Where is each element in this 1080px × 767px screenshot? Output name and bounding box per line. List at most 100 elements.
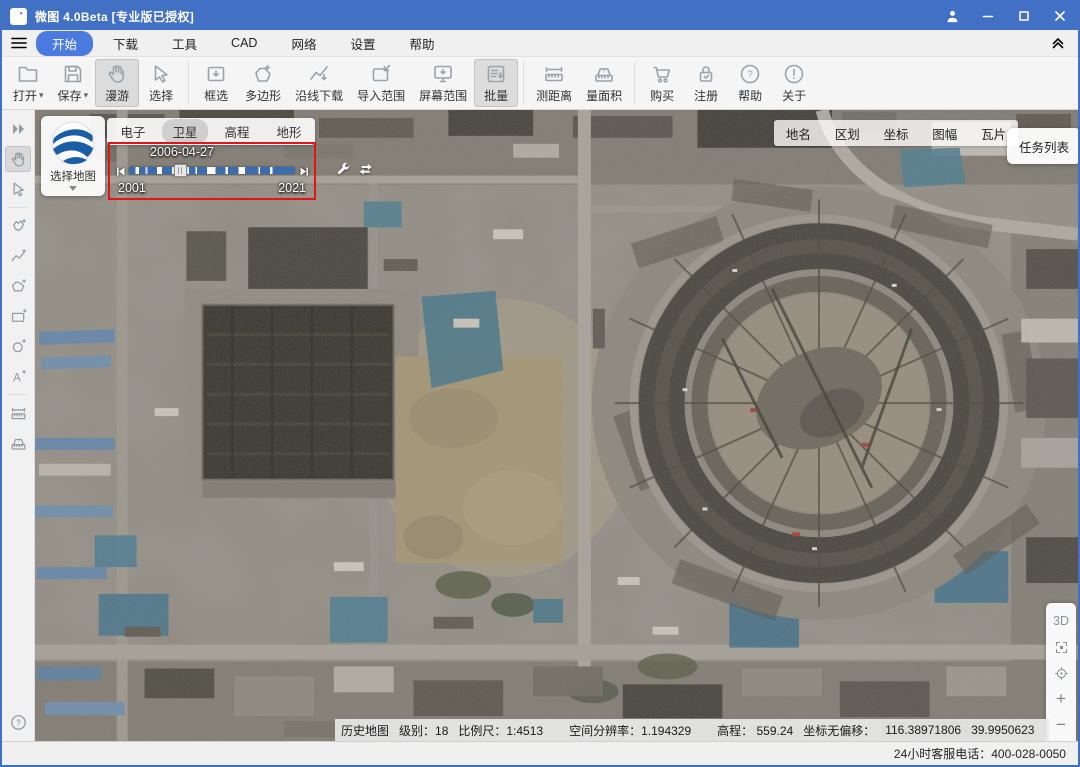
locate-icon[interactable]	[1046, 660, 1076, 686]
text-plus-icon: A	[9, 367, 28, 386]
about-button[interactable]: 关于	[772, 59, 816, 107]
task-list-button[interactable]: 任务列表	[1007, 128, 1078, 164]
minimize-button[interactable]	[970, 2, 1006, 30]
timeline-slider-handle[interactable]	[174, 164, 187, 177]
sidebar-select-button[interactable]	[5, 176, 31, 202]
box-select-button[interactable]: 框选	[194, 59, 238, 107]
measure-area-icon: ?	[592, 62, 616, 86]
screen-range-icon	[431, 62, 455, 86]
freeform-plus-icon	[9, 217, 28, 236]
wrench-icon[interactable]	[335, 162, 351, 178]
sidebar-pan-button[interactable]	[5, 146, 31, 172]
screen-range-button[interactable]: 屏幕范围	[412, 59, 474, 107]
add-text-button[interactable]: A	[5, 363, 31, 389]
menu-tab-start[interactable]: 开始	[36, 31, 93, 56]
save-button[interactable]: 保存▾	[51, 59, 96, 107]
timeline-track[interactable]	[129, 167, 295, 174]
status-longitude: 116.38971806	[885, 723, 961, 737]
user-account-icon[interactable]	[934, 2, 970, 30]
svg-text:?: ?	[747, 70, 753, 81]
service-phone: 24小时客服电话：400-028-0050	[894, 745, 1066, 762]
map-status-bar: 历史地图 级别：18 比例尺：1:4513 空间分辨率：1.194329 高程：…	[335, 719, 1049, 741]
dropdown-arrow-icon: ▾	[39, 90, 44, 101]
status-scale: 比例尺：1:4513	[458, 722, 543, 739]
help-button[interactable]: ? 帮助	[728, 59, 772, 107]
open-button[interactable]: 打开▾	[6, 59, 51, 107]
svg-text:?: ?	[602, 68, 606, 75]
measure-area-icon: ?	[9, 434, 28, 453]
menu-tab-settings[interactable]: 设置	[336, 31, 389, 56]
titlebar: 微图 4.0Beta [专业版已授权]	[2, 2, 1078, 30]
layer-tab-terrain[interactable]: 地形	[266, 119, 311, 144]
select-button[interactable]: 选择	[139, 59, 183, 107]
register-button[interactable]: 注册	[684, 59, 728, 107]
status-zoom-level: 级别：18	[399, 722, 448, 739]
map-viewport[interactable]: 选择地图 电子 卫星 高程 地形 2006-04-27	[35, 110, 1078, 741]
polygon-select-button[interactable]: 多边形	[238, 59, 288, 107]
timeline-slider[interactable]	[129, 164, 295, 178]
timeline-prev-button[interactable]	[114, 165, 126, 177]
import-range-button[interactable]: 导入范围	[350, 59, 412, 107]
map-selector-logo-icon	[50, 120, 96, 166]
status-latitude: 39.9950623	[971, 723, 1034, 737]
layer-tab-satellite[interactable]: 卫星	[162, 119, 207, 144]
mode-3d-button[interactable]: 3D	[1046, 608, 1076, 634]
expand-panel-icon[interactable]	[5, 116, 31, 142]
measure-distance-icon	[542, 62, 566, 86]
overlay-tool-placenames[interactable]: 地名	[780, 122, 817, 145]
zoom-out-button[interactable]: −	[1046, 712, 1076, 738]
lock-icon	[694, 62, 718, 86]
layer-tab-elevation[interactable]: 高程	[214, 119, 259, 144]
overlay-tool-coordinates[interactable]: 坐标	[877, 122, 914, 145]
close-button[interactable]	[1042, 2, 1078, 30]
maximize-button[interactable]	[1006, 2, 1042, 30]
download-along-line-button[interactable]: 沿线下载	[288, 59, 350, 107]
menubar: 开始 下载 工具 CAD 网络 设置 帮助	[2, 30, 1078, 57]
pan-button[interactable]: 漫游	[95, 59, 139, 107]
menu-tab-tools[interactable]: 工具	[158, 31, 211, 56]
timeline-next-button[interactable]	[298, 165, 310, 177]
zoom-in-button[interactable]: +	[1046, 686, 1076, 712]
ribbon-toolbar: 打开▾ 保存▾ 漫游 选择 框选 多边形 沿线下载 导入范围	[2, 57, 1078, 110]
draw-polygon-button[interactable]	[5, 273, 31, 299]
overlay-tool-districts[interactable]: 区划	[829, 122, 866, 145]
menu-tab-network[interactable]: 网络	[277, 31, 330, 56]
collapse-ribbon-icon[interactable]	[1038, 36, 1078, 50]
batch-button[interactable]: 批量	[474, 59, 518, 107]
map-overlay-toolbar: 地名 区划 坐标 图幅 瓦片	[774, 120, 1018, 146]
overlay-tool-mapsheet[interactable]: 图幅	[926, 122, 963, 145]
sidebar-measure-distance-button[interactable]	[5, 400, 31, 426]
menu-tab-download[interactable]: 下载	[99, 31, 152, 56]
polyline-plus-icon	[9, 247, 28, 266]
sidebar-help-icon[interactable]: ?	[5, 709, 31, 735]
layer-tab-vector[interactable]: 电子	[110, 119, 155, 144]
save-icon	[61, 62, 85, 86]
timeline-start-year: 2001	[118, 181, 146, 195]
swap-arrows-icon[interactable]	[359, 164, 374, 176]
map-view-controls: 3D + −	[1046, 603, 1076, 741]
history-timeline-panel: 2006-04-27 2001 2021	[108, 142, 316, 200]
measure-distance-button[interactable]: 测距离	[529, 59, 579, 107]
menu-tab-cad[interactable]: CAD	[217, 33, 271, 53]
measure-area-button[interactable]: ? 量面积	[579, 59, 629, 107]
map-source-selector[interactable]: 选择地图	[41, 116, 105, 196]
dropdown-arrow-icon: ▾	[84, 90, 89, 101]
sidebar-measure-area-button[interactable]: ?	[5, 430, 31, 456]
draw-polyline-button[interactable]	[5, 243, 31, 269]
polyline-download-icon	[307, 62, 331, 86]
svg-text:?: ?	[16, 718, 21, 727]
hamburger-menu-icon[interactable]	[2, 36, 36, 50]
draw-circle-button[interactable]	[5, 333, 31, 359]
status-elevation: 高程： 559.24	[717, 722, 793, 739]
polygon-icon	[251, 62, 275, 86]
status-map-type: 历史地图	[341, 722, 389, 739]
menu-tab-help[interactable]: 帮助	[395, 31, 448, 56]
fullscreen-icon[interactable]	[1046, 634, 1076, 660]
purchase-button[interactable]: 购买	[640, 59, 684, 107]
draw-rectangle-button[interactable]	[5, 303, 31, 329]
draw-freeform-button[interactable]	[5, 213, 31, 239]
satellite-imagery	[35, 110, 1078, 741]
status-resolution: 空间分辨率：1.194329	[569, 722, 691, 739]
box-select-icon	[204, 62, 228, 86]
cart-icon	[650, 62, 674, 86]
